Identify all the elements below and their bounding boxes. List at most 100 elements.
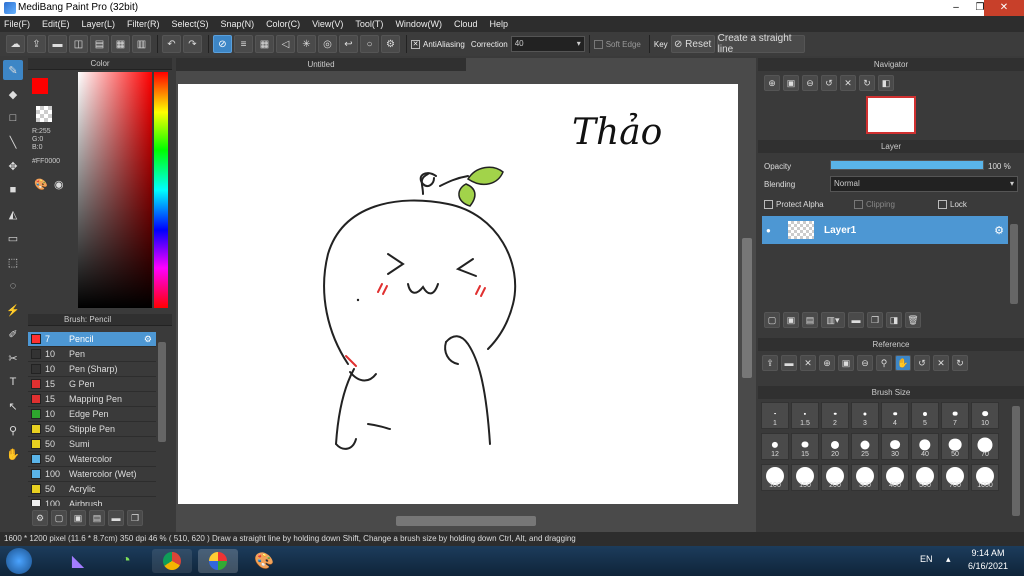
brush-item[interactable]: 7 Pencil ⚙ (28, 332, 156, 347)
protect-alpha-checkbox[interactable] (764, 200, 773, 209)
flip-icon[interactable]: ◧ (878, 75, 894, 91)
lock-checkbox[interactable] (938, 200, 947, 209)
correction-select[interactable]: 40 ▾ (510, 36, 585, 52)
comment-icon[interactable]: ▬ (48, 35, 67, 53)
select-pen-icon[interactable]: ✐ (3, 324, 23, 344)
rotate-left-icon[interactable]: ↺ (821, 75, 837, 91)
eraser-tool-icon[interactable]: ◆ (3, 84, 23, 104)
reference-reset-icon[interactable]: ✕ (933, 355, 949, 371)
magic-wand-icon[interactable]: ⚡ (3, 300, 23, 320)
brush-size-cell[interactable]: 700 (941, 464, 969, 491)
saturation-value-picker[interactable] (78, 72, 152, 308)
navigator-preview[interactable] (866, 96, 916, 134)
document-icon[interactable]: ▤ (90, 35, 109, 53)
curve-snap-icon[interactable]: ↩ (339, 35, 358, 53)
brush-size-cell[interactable]: 1000 (971, 464, 999, 491)
brush-size-cell[interactable]: 15 (791, 433, 819, 460)
merge-layer-icon[interactable]: ◨ (886, 312, 902, 328)
brush-size-cell[interactable]: 20 (821, 433, 849, 460)
brush-size-cell[interactable]: 100 (761, 464, 789, 491)
brush-size-cell[interactable]: 200 (821, 464, 849, 491)
canvas-v-scrollbar[interactable] (742, 238, 752, 378)
new-layer-icon[interactable]: ▢ (764, 312, 780, 328)
visual-studio-icon[interactable]: ◣ (58, 549, 98, 573)
eyedropper-tool-icon[interactable]: ⚲ (3, 420, 23, 440)
reference-zoom-in-icon[interactable]: ⊕ (819, 355, 835, 371)
menu-edit[interactable]: Edit(E) (42, 19, 70, 29)
primary-color-swatch[interactable] (32, 78, 48, 94)
chrome-icon[interactable] (152, 549, 192, 573)
brush-item[interactable]: 50 Stipple Pen (28, 422, 156, 437)
grid-doc-icon[interactable]: ▦ (111, 35, 130, 53)
transparent-swatch[interactable] (36, 106, 52, 122)
brush-settings-icon[interactable]: ⚙ (144, 334, 152, 345)
snap-settings-icon[interactable]: ⚙ (381, 35, 400, 53)
start-button-icon[interactable] (6, 548, 32, 574)
bucket-tool-icon[interactable]: ◭ (3, 204, 23, 224)
reset-view-icon[interactable]: ✕ (840, 75, 856, 91)
soft-edge-checkbox[interactable] (593, 39, 603, 49)
select-rect-icon[interactable]: ⬚ (3, 252, 23, 272)
fill-rect-icon[interactable]: ■ (3, 180, 23, 200)
zoom-in-icon[interactable]: ⊕ (764, 75, 780, 91)
brush-item[interactable]: 15 Mapping Pen (28, 392, 156, 407)
add-brush-icon[interactable]: ▣ (70, 510, 86, 526)
brush-size-cell[interactable]: 1.5 (791, 402, 819, 429)
reset-button[interactable]: ⊘ Reset (670, 35, 715, 53)
reference-close-icon[interactable]: ✕ (800, 355, 816, 371)
circle-snap-icon[interactable]: ○ (360, 35, 379, 53)
snap-off-icon[interactable]: ⊘ (213, 35, 232, 53)
hue-slider[interactable] (154, 72, 168, 308)
reference-open-icon[interactable]: ▬ (781, 355, 797, 371)
brush-size-cell[interactable]: 10 (971, 402, 999, 429)
brush-item[interactable]: 50 Sumi (28, 437, 156, 452)
menu-select[interactable]: Select(S) (172, 19, 209, 29)
medibang-taskbar-icon[interactable] (198, 549, 238, 573)
select-eraser-icon[interactable]: ✂ (3, 348, 23, 368)
brush-item[interactable]: 100 Airbrush (28, 497, 156, 506)
clipping-checkbox[interactable] (854, 200, 863, 209)
brush-size-cell[interactable]: 30 (881, 433, 909, 460)
brush-tool-icon[interactable]: ✎ (3, 60, 23, 80)
opacity-slider[interactable] (830, 160, 984, 170)
menu-view[interactable]: View(V) (312, 19, 343, 29)
folder-icon[interactable]: ▬ (108, 510, 124, 526)
menu-help[interactable]: Help (489, 19, 508, 29)
brush-list-scrollbar[interactable] (158, 342, 166, 442)
layer-scrollbar[interactable] (1010, 224, 1018, 304)
gradient-tool-icon[interactable]: ▭ (3, 228, 23, 248)
reference-rotate-right-icon[interactable]: ↻ (952, 355, 968, 371)
brush-settings-icon[interactable]: ⚙ (32, 510, 48, 526)
chat-icon[interactable]: ◫ (69, 35, 88, 53)
duplicate-icon[interactable]: ❐ (127, 510, 143, 526)
menu-file[interactable]: File(F) (4, 19, 30, 29)
operation-tool-icon[interactable]: ↖ (3, 396, 23, 416)
dot-tool-icon[interactable]: □ (3, 108, 23, 128)
brush-item[interactable]: 10 Pen (Sharp) (28, 362, 156, 377)
reference-zoom-out-icon[interactable]: ⊖ (857, 355, 873, 371)
copy-brush-icon[interactable]: ▤ (89, 510, 105, 526)
brush-size-cell[interactable]: 3 (851, 402, 879, 429)
paint-icon[interactable]: 🎨 (244, 549, 284, 573)
brush-size-cell[interactable]: 40 (911, 433, 939, 460)
upload-icon[interactable]: ⇪ (27, 35, 46, 53)
drawing-canvas[interactable]: Thảo (178, 84, 738, 504)
document-tab[interactable]: Untitled (176, 58, 466, 71)
redo-icon[interactable]: ↷ (183, 35, 202, 53)
reference-eyedropper-icon[interactable]: ⚲ (876, 355, 892, 371)
brush-item[interactable]: 10 Pen (28, 347, 156, 362)
create-straight-line-button[interactable]: Create a straight line (716, 33, 805, 55)
parallel-snap-icon[interactable]: ≡ (234, 35, 253, 53)
minimize-button[interactable]: – (944, 0, 968, 16)
visibility-eye-icon[interactable]: ● (766, 226, 778, 235)
brush-item[interactable]: 50 Acrylic (28, 482, 156, 497)
line-tool-icon[interactable]: ╲ (3, 132, 23, 152)
brush-item[interactable]: 100 Watercolor (Wet) (28, 467, 156, 482)
menu-color[interactable]: Color(C) (266, 19, 300, 29)
brush-size-scrollbar[interactable] (1012, 406, 1020, 516)
new-halftone-layer-icon[interactable]: ▣ (783, 312, 799, 328)
grid-snap-icon[interactable]: ▦ (255, 35, 274, 53)
lasso-tool-icon[interactable]: ◌ (3, 276, 23, 296)
blending-select[interactable]: Normal ▾ (830, 176, 1018, 192)
perspective-snap-icon[interactable]: ◁ (276, 35, 295, 53)
